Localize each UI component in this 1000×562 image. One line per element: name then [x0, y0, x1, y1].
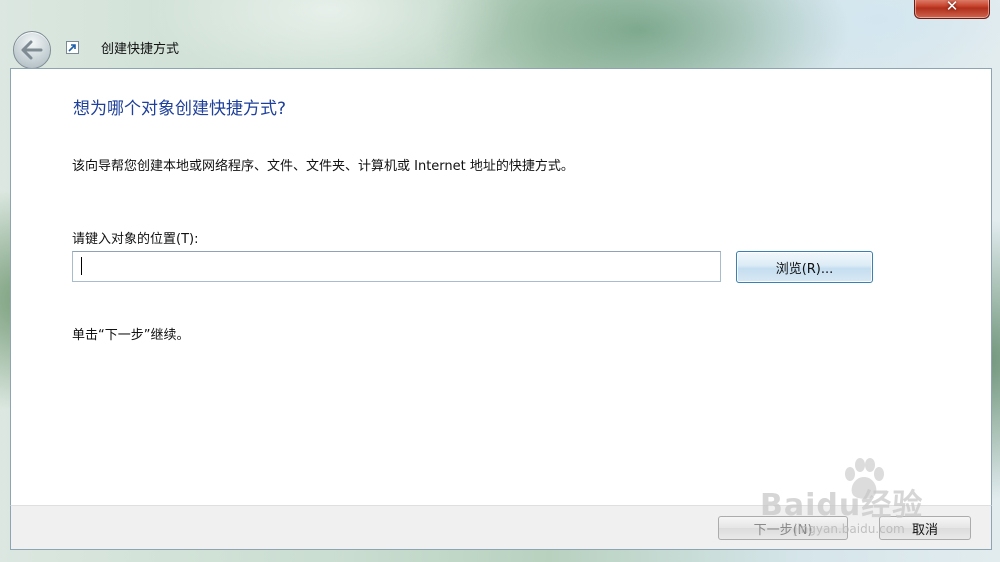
next-button[interactable]: 下一步(N): [718, 516, 848, 540]
command-bar: 下一步(N) 取消: [10, 505, 992, 550]
cancel-button[interactable]: 取消: [879, 516, 971, 540]
window-title: 创建快捷方式: [101, 42, 180, 57]
wizard-content: 想为哪个对象创建快捷方式? 该向导帮您创建本地或网络程序、文件、文件夹、计算机或…: [10, 68, 992, 507]
close-button[interactable]: ✕: [914, 0, 990, 19]
text-caret: [81, 257, 82, 275]
location-input[interactable]: [72, 251, 721, 282]
back-arrow-icon: [21, 40, 43, 60]
shortcut-icon: [66, 41, 79, 54]
browse-button[interactable]: 浏览(R)...: [736, 251, 873, 283]
wizard-description: 该向导帮您创建本地或网络程序、文件、文件夹、计算机或 Internet 地址的快…: [72, 159, 574, 174]
continue-hint: 单击“下一步”继续。: [72, 328, 190, 343]
page-heading: 想为哪个对象创建快捷方式?: [73, 99, 287, 119]
back-button[interactable]: [13, 31, 51, 69]
location-label: 请键入对象的位置(T):: [72, 232, 199, 247]
close-icon: ✕: [945, 0, 959, 15]
